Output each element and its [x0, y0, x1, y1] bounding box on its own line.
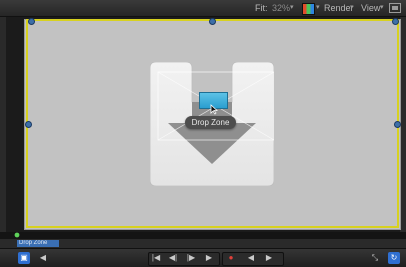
record-button[interactable]: ●	[224, 252, 238, 264]
handle-top-center[interactable]	[209, 18, 216, 25]
next-frame-button[interactable]: |▶	[184, 252, 198, 264]
view-chevron-icon[interactable]: ▾	[380, 2, 384, 14]
handle-top-left[interactable]	[28, 18, 35, 25]
fit-chevron-icon[interactable]: ▾	[290, 2, 294, 14]
layer-toggle-icon[interactable]: ▣	[18, 252, 30, 264]
transport-bar: ▣ ◀ |◀ ◀| |▶ ▶ ● ◀ ▶ ⤡ ↻	[0, 248, 406, 267]
channels-chevron-icon[interactable]: ▾	[316, 2, 320, 14]
play-button[interactable]: ▶	[202, 252, 216, 264]
drop-zone-label: Drop Zone	[185, 116, 236, 129]
mini-timeline[interactable]	[0, 232, 406, 239]
go-to-start-button[interactable]: |◀	[149, 252, 163, 264]
handle-middle-right[interactable]	[394, 121, 401, 128]
fit-zoom-value[interactable]: 32%	[272, 2, 290, 14]
left-arrow-button[interactable]: ◀	[36, 252, 50, 264]
handle-middle-left[interactable]	[25, 121, 32, 128]
back-button[interactable]: ◀	[244, 252, 258, 264]
layout-icon[interactable]	[389, 3, 401, 13]
fit-label: Fit:	[255, 3, 268, 13]
view-menu[interactable]: View	[361, 2, 380, 14]
loop-button[interactable]: ↻	[388, 252, 400, 264]
playhead-marker-icon[interactable]	[14, 232, 20, 238]
previous-frame-button[interactable]: ◀|	[166, 252, 180, 264]
render-chevron-icon[interactable]: ▾	[350, 2, 354, 14]
channels-color-icon[interactable]	[302, 3, 315, 15]
canvas-header-bar: Fit: 32% ▾ ▾ Render ▾ View ▾	[0, 0, 406, 17]
expand-icon[interactable]: ⤡	[368, 252, 382, 264]
timeline-clip[interactable]: Drop Zone	[17, 240, 59, 247]
handle-top-right[interactable]	[392, 18, 399, 25]
forward-button[interactable]: ▶	[262, 252, 276, 264]
mouse-cursor-icon	[210, 104, 218, 115]
